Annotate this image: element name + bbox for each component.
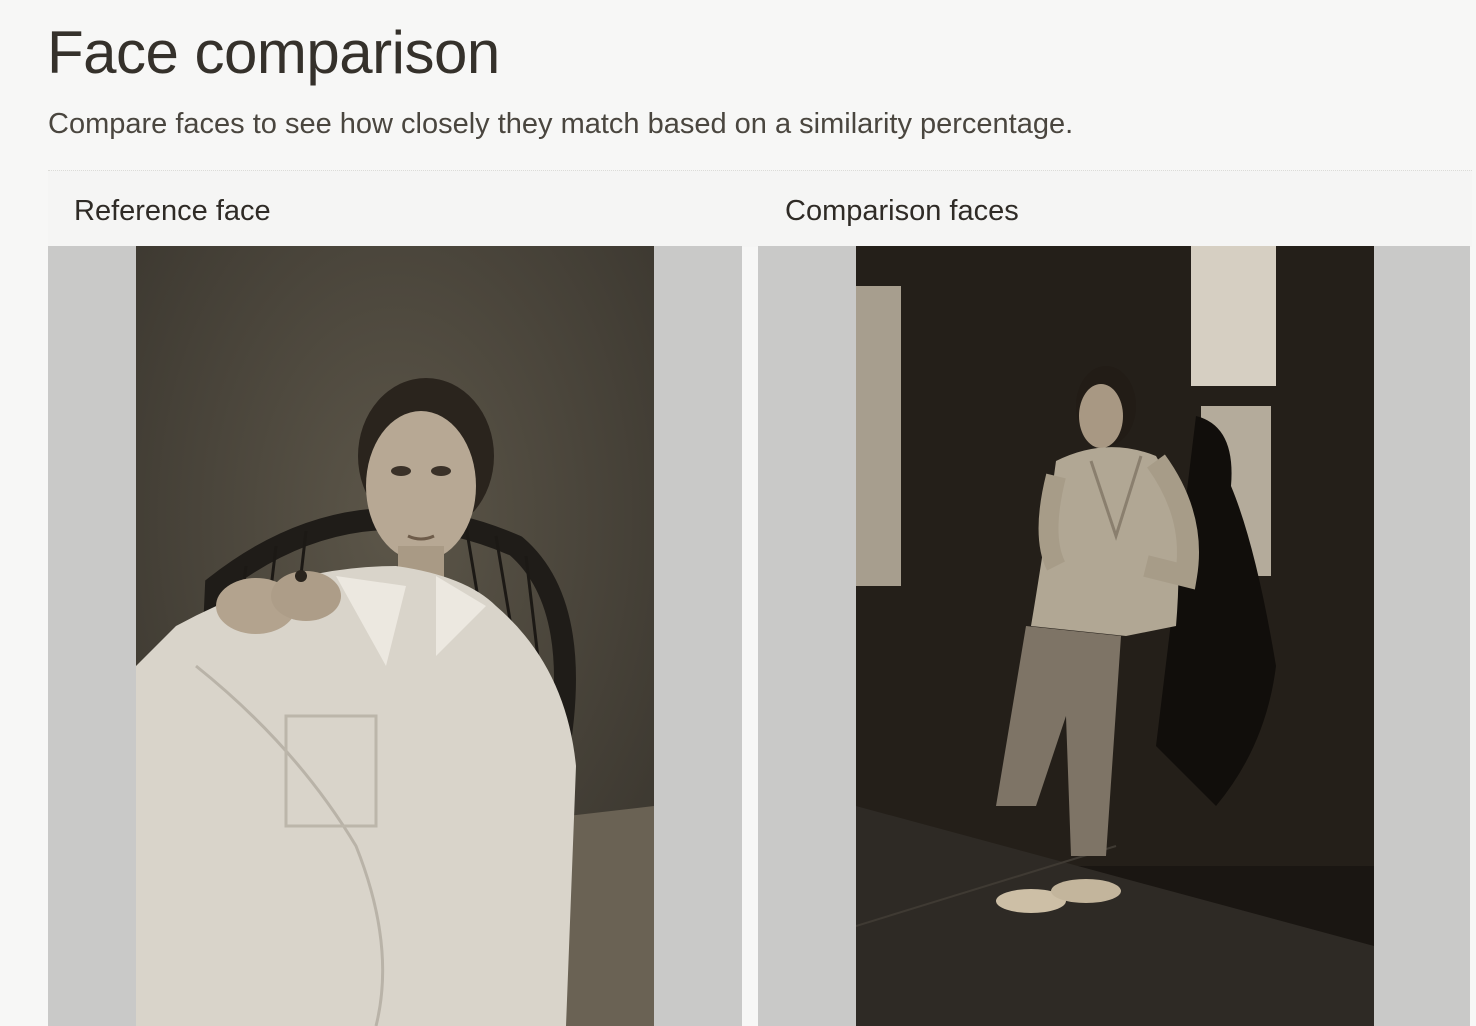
reference-face-image[interactable] <box>136 246 654 1026</box>
page-subtitle: Compare faces to see how closely they ma… <box>48 108 1074 140</box>
reference-image-frame[interactable] <box>48 246 742 1026</box>
comparison-image-frame[interactable] <box>758 246 1470 1026</box>
comparison-face-image[interactable] <box>856 246 1374 1026</box>
reference-face-label: Reference face <box>74 195 271 227</box>
page-title: Face comparison <box>47 19 500 86</box>
comparison-faces-label: Comparison faces <box>785 195 1019 227</box>
